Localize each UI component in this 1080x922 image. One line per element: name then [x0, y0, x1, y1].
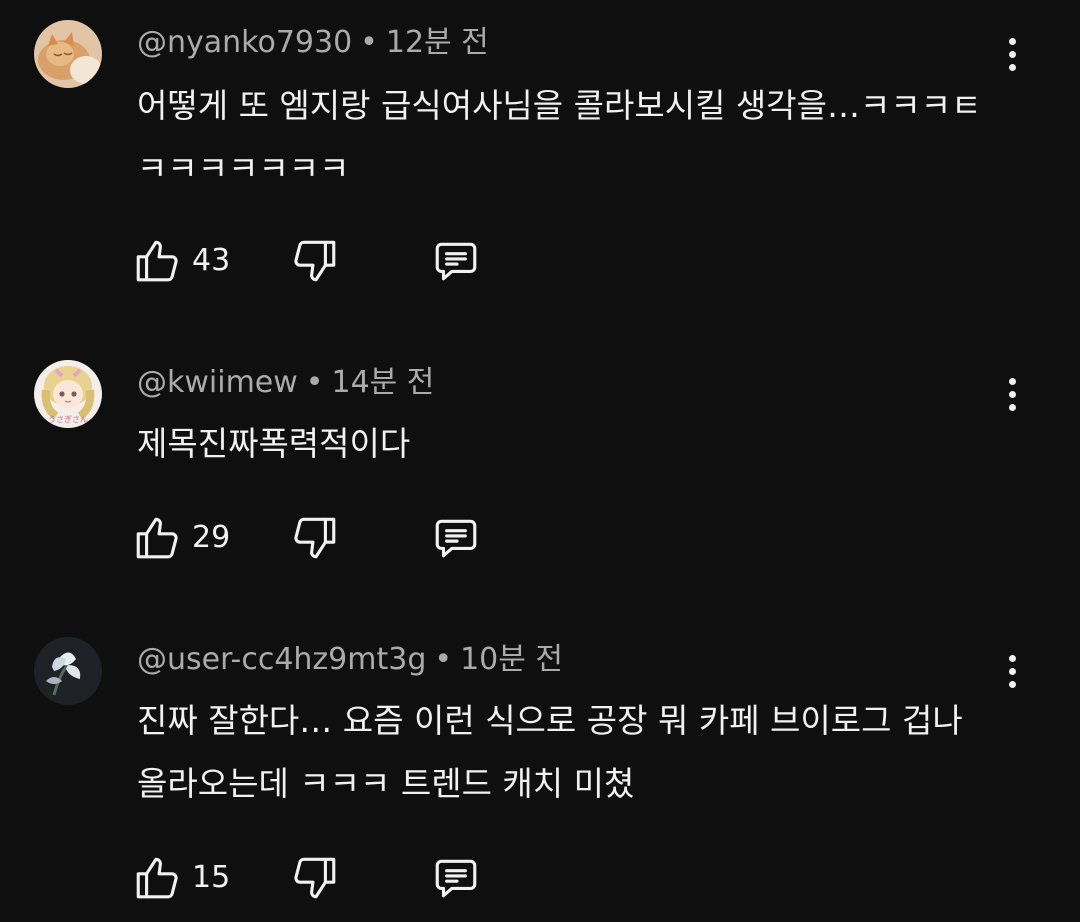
thumb-up-icon [132, 513, 182, 563]
comment-time: 12분 전 [385, 25, 489, 60]
svg-text:うさぎさん: うさぎさん [48, 414, 88, 424]
thumb-up-icon [132, 236, 182, 286]
like-count: 29 [192, 520, 231, 555]
comment-meta: @nyanko7930 • 12분 전 [137, 28, 489, 58]
avatar[interactable]: うさぎさん [34, 360, 102, 428]
thumb-down-icon [290, 236, 340, 286]
comment-author[interactable]: @user-cc4hz9mt3g [137, 642, 426, 677]
like-button[interactable]: 29 [132, 513, 230, 563]
more-vert-icon[interactable] [994, 29, 1030, 79]
more-vert-icon[interactable] [994, 369, 1030, 419]
dislike-button[interactable] [290, 513, 340, 563]
thumb-down-icon [290, 853, 340, 903]
meta-separator: • [305, 365, 324, 400]
dislike-button[interactable] [290, 853, 340, 903]
reply-button[interactable] [428, 236, 484, 286]
like-count: 15 [192, 860, 231, 895]
comment-actions: 29 [132, 513, 532, 563]
meta-separator: • [360, 25, 378, 60]
meta-separator: • [434, 642, 453, 677]
avatar[interactable] [34, 20, 102, 88]
dislike-button[interactable] [290, 236, 340, 286]
thumb-down-icon [290, 513, 340, 563]
reply-icon [428, 853, 484, 903]
like-button[interactable]: 43 [132, 236, 230, 286]
comment-author[interactable]: @nyanko7930 [137, 25, 352, 60]
comment-meta: @user-cc4hz9mt3g • 10분 전 [137, 645, 563, 675]
like-count: 43 [192, 243, 231, 278]
reply-icon [428, 236, 484, 286]
reply-button[interactable] [428, 853, 484, 903]
reply-button[interactable] [428, 513, 484, 563]
comment-time: 10분 전 [460, 642, 564, 677]
like-button[interactable]: 15 [132, 853, 230, 903]
comment-actions: 15 [132, 853, 532, 903]
avatar[interactable] [34, 637, 102, 705]
comment-time: 14분 전 [331, 365, 435, 400]
comment-actions: 43 [132, 236, 532, 286]
comment-author[interactable]: @kwiimew [137, 365, 298, 400]
more-vert-icon[interactable] [994, 646, 1030, 696]
comment-text: 제목진짜폭력적이다 [137, 424, 411, 463]
comment-text: 진짜 잘한다… 요즘 이런 식으로 공장 뭐 카페 브이로그 겁나 올라오는데 … [137, 701, 963, 803]
comment-meta: @kwiimew • 14분 전 [137, 368, 434, 398]
reply-icon [428, 513, 484, 563]
comment-text: 어떻게 또 엠지랑 급식여사님을 콜라보시킬 생각을…ㅋㅋㅋㅌㅋㅋㅋㅋㅋㅋㅋ [137, 86, 982, 188]
thumb-up-icon [132, 853, 182, 903]
